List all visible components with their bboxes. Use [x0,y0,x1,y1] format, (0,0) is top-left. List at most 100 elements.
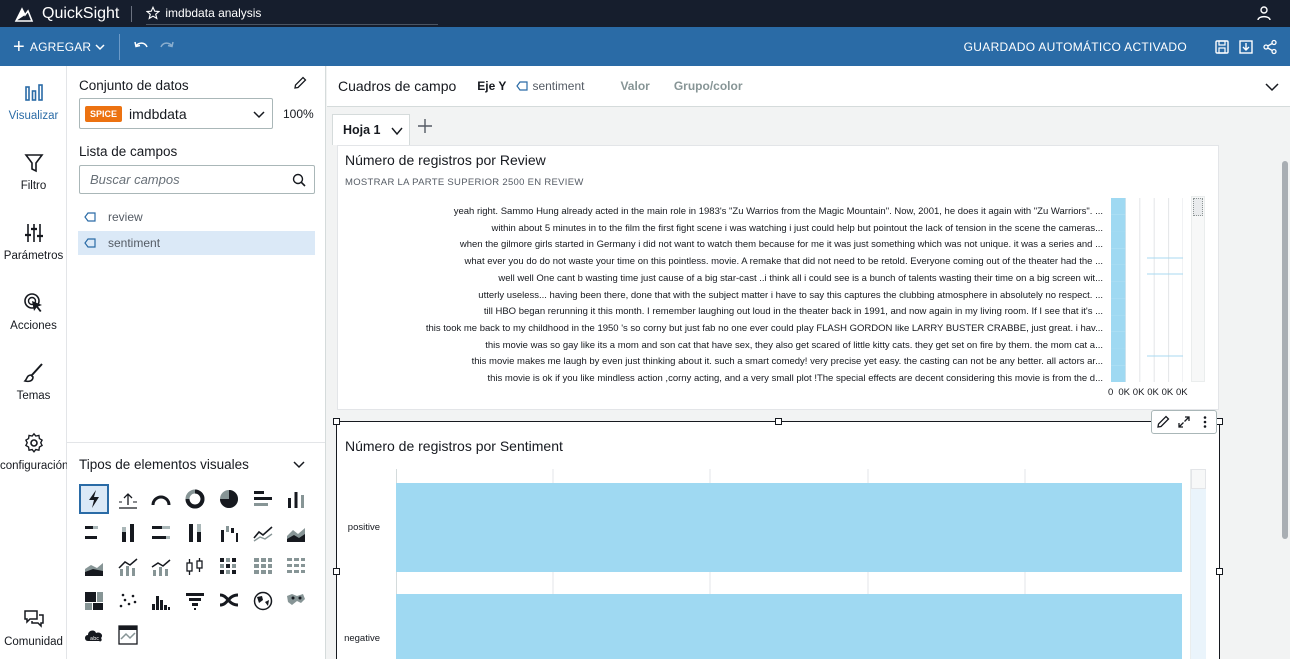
field-item-sentiment[interactable]: sentiment [78,231,315,255]
nav-visualize-label: Visualizar [8,110,59,122]
nav-community[interactable]: Comunidad [0,608,67,648]
visual-type-horizontal-stacked-bar[interactable] [79,518,109,548]
nav-actions[interactable]: Acciones [0,292,67,332]
review-category-label: this movie makes me laugh by even just t… [471,356,1103,368]
visual-type-insight[interactable] [113,620,143,650]
review-bar[interactable] [1111,298,1126,316]
visual-type-filled-map[interactable] [248,586,278,616]
group-color-well[interactable]: Grupo/color [674,79,743,93]
visual-type-combo-bar-line[interactable] [113,552,143,582]
text-field-icon [84,238,96,248]
visual-type-horizontal-100-bar[interactable] [146,518,176,548]
scrollbar-thumb[interactable] [1191,469,1206,489]
visual-scrollbar[interactable] [1190,469,1206,659]
share-icon[interactable] [1262,39,1278,55]
resize-handle[interactable] [333,568,340,575]
review-bar[interactable] [1111,231,1126,249]
nav-themes[interactable]: Temas [0,362,67,402]
more-options-icon[interactable] [1198,415,1212,429]
review-bar[interactable] [1111,248,1126,265]
user-icon[interactable] [1256,5,1272,21]
visual-type-vertical-bar[interactable] [281,484,311,514]
add-button[interactable]: + AGREGAR [0,27,105,66]
visual-type-autograph[interactable] [79,484,109,514]
page-scrollbar[interactable] [1280,145,1290,659]
review-bar[interactable] [1111,348,1126,366]
visual-type-combo-stacked-line[interactable] [146,552,176,582]
visual-type-stacked-area[interactable] [79,552,109,582]
review-bar[interactable] [1111,214,1126,232]
sliders-icon [24,224,43,242]
review-bar[interactable] [1111,365,1126,382]
visual-type-pie[interactable] [214,484,244,514]
pencil-icon[interactable] [1156,415,1170,429]
chevron-down-icon[interactable] [1265,82,1279,92]
scrollbar-thumb[interactable] [1193,198,1203,216]
visual-type-sankey[interactable] [214,586,244,616]
visual-type-heat-map[interactable] [214,552,244,582]
add-sheet-icon[interactable] [417,118,433,134]
visual-type-pivot-table[interactable] [248,552,278,582]
visual-type-kpi[interactable] [113,484,143,514]
visual-type-horizontal-bar[interactable] [248,484,278,514]
nav-parameters-label: Parámetros [3,250,64,262]
nav-parameters[interactable]: Parámetros [0,222,67,262]
search-input[interactable] [80,166,280,193]
review-bar[interactable] [1111,198,1126,215]
analysis-name[interactable]: imdbdata analysis [165,6,261,20]
review-bar[interactable] [1111,281,1126,299]
visual-type-donut[interactable] [180,484,210,514]
analysis-title[interactable]: imdbdata analysis [146,3,439,25]
visual-type-vertical-stacked-bar[interactable] [113,518,143,548]
sentiment-bar[interactable] [396,483,1182,572]
bar-chart-icon [24,84,43,101]
visual-type-waterfall[interactable] [214,518,244,548]
visual-type-tree-map[interactable] [79,586,109,616]
visual-types-header[interactable]: Tipos de elementos visuales [67,442,325,481]
value-well[interactable]: Valor [620,79,649,93]
dataset-select[interactable]: SPICE imdbdata [79,98,273,129]
visual-type-scatter[interactable] [113,586,143,616]
y-axis-field-pill[interactable]: sentiment [516,79,584,93]
visual-type-gauge[interactable] [146,484,176,514]
resize-handle[interactable] [1216,418,1223,425]
chevron-down-icon [293,461,305,469]
visual-records-by-sentiment[interactable]: Número de registros por Sentiment positi… [333,410,1223,659]
review-bar[interactable] [1111,315,1126,332]
resize-handle[interactable] [333,418,340,425]
expand-icon[interactable] [1177,415,1191,429]
nav-settings[interactable]: configuración [0,432,68,472]
scrollbar-thumb[interactable] [1282,161,1288,539]
chevron-down-icon[interactable] [391,126,403,136]
visual-type-box-plot[interactable] [180,552,210,582]
save-icon[interactable] [1214,39,1230,55]
resize-handle[interactable] [1216,568,1223,575]
resize-handle[interactable] [775,418,782,425]
review-bar[interactable] [1111,264,1126,282]
nav-visualize[interactable]: Visualizar [0,82,67,122]
undo-icon[interactable] [132,38,150,56]
visual-type-area[interactable] [281,518,311,548]
visual-type-funnel[interactable] [180,586,210,616]
review-category-label: till HBO began rerunning it this month. … [483,306,1103,318]
visual-type-histogram[interactable] [146,586,176,616]
sentiment-bar[interactable] [396,594,1182,659]
review-bar[interactable] [1111,331,1126,349]
export-icon[interactable] [1238,39,1254,55]
visual-type-table[interactable] [281,552,311,582]
visual-type-vertical-100-bar[interactable] [180,518,210,548]
visual-records-by-review[interactable]: Número de registros por Review MOSTRAR L… [337,145,1219,410]
search-icon[interactable] [292,173,306,187]
tab-sheet-1[interactable]: Hoja 1 [332,114,410,145]
visual-type-word-cloud[interactable]: abc [79,620,109,650]
star-icon[interactable] [146,6,161,20]
visual-type-line[interactable] [248,518,278,548]
visual-type-point-map[interactable] [281,586,311,616]
redo-icon[interactable] [158,38,176,56]
quicksight-logo[interactable]: QuickSight [0,0,119,27]
field-item-review[interactable]: review [78,205,315,229]
nav-filter[interactable]: Filtro [0,152,67,192]
pencil-icon[interactable] [293,76,307,90]
visual-scrollbar[interactable] [1191,196,1205,382]
chat-icon [23,610,44,628]
